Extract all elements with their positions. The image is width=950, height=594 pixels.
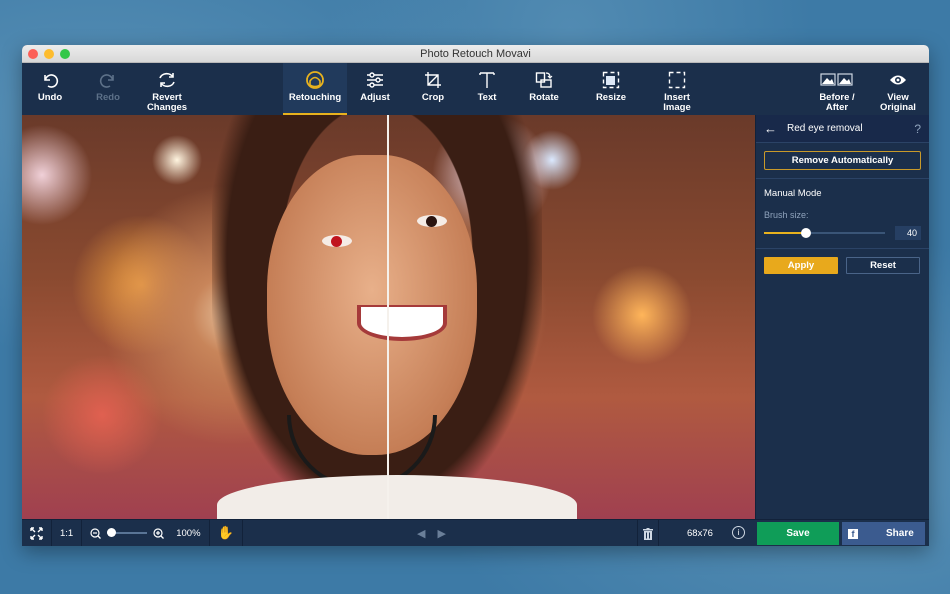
undo-button[interactable]: Undo — [32, 63, 68, 115]
eye-icon — [889, 69, 907, 91]
view-original-label: View Original — [880, 92, 916, 113]
before-after-label: Before / After — [819, 92, 855, 113]
toolbar: Undo Redo Revert Changes Retouching Adju… — [22, 63, 929, 115]
revert-changes-button[interactable]: Revert Changes — [142, 63, 192, 115]
info-icon[interactable]: i — [732, 526, 745, 539]
photo-canvas[interactable] — [22, 115, 755, 519]
tab-text[interactable]: Text — [472, 63, 502, 115]
help-icon[interactable]: ? — [914, 122, 921, 136]
adjust-label: Adjust — [360, 92, 390, 103]
rotate-icon — [535, 69, 553, 91]
text-icon — [478, 69, 496, 91]
insert-image-label: Insert Image — [663, 92, 691, 113]
text-label: Text — [477, 92, 497, 103]
crop-icon — [424, 69, 442, 91]
maximize-window-button[interactable] — [60, 49, 70, 59]
adjust-sliders-icon — [366, 69, 384, 91]
save-button[interactable]: Save — [757, 522, 839, 545]
brush-size-label: Brush size: — [764, 210, 809, 220]
manual-mode-label: Manual Mode — [764, 188, 822, 199]
delete-button[interactable] — [637, 520, 659, 546]
title-bar: Photo Retouch Movavi — [22, 45, 929, 63]
minimize-window-button[interactable] — [44, 49, 54, 59]
redo-icon — [99, 69, 117, 91]
slider-thumb[interactable] — [801, 228, 812, 238]
before-after-button[interactable]: Before / After — [815, 63, 859, 115]
retouching-icon — [305, 69, 325, 91]
tab-resize[interactable]: Resize — [594, 63, 628, 115]
before-after-icon — [820, 69, 854, 91]
previous-image-icon[interactable]: ◀ — [417, 527, 425, 540]
crop-label: Crop — [421, 92, 445, 103]
app-window: Photo Retouch Movavi Undo Redo Revert Ch… — [22, 45, 929, 546]
red-eye-before — [322, 235, 352, 247]
brush-size-slider[interactable] — [764, 227, 885, 239]
pan-tool-button[interactable]: ✋ — [210, 519, 243, 546]
undo-icon — [41, 69, 59, 91]
actual-size-button[interactable]: 1:1 — [52, 519, 83, 546]
tab-rotate[interactable]: Rotate — [527, 63, 561, 115]
resize-label: Resize — [595, 92, 627, 103]
zoom-slider[interactable] — [107, 528, 148, 538]
image-size-label: 68x76 — [687, 528, 713, 539]
facebook-icon: f — [848, 528, 858, 539]
fit-screen-button[interactable] — [22, 519, 52, 546]
tab-insert-image[interactable]: Insert Image — [657, 63, 697, 115]
fit-screen-icon — [30, 526, 43, 540]
revert-changes-label: Revert Changes — [146, 92, 188, 113]
panel-title: Red eye removal — [787, 123, 863, 134]
zoom-in-icon[interactable] — [153, 527, 165, 539]
brush-size-input[interactable]: 40 — [895, 226, 921, 240]
redo-label: Redo — [96, 92, 120, 103]
apply-button[interactable]: Apply — [764, 257, 838, 274]
window-controls — [28, 49, 70, 59]
corrected-eye-after — [417, 215, 447, 227]
zoom-controls: 100% — [82, 519, 210, 546]
before-after-divider[interactable] — [387, 115, 389, 519]
action-buttons: Apply Reset — [764, 257, 921, 274]
share-button[interactable]: f Share — [842, 522, 925, 545]
zoom-slider-thumb[interactable] — [107, 528, 117, 537]
insert-image-icon — [668, 69, 686, 91]
tab-crop[interactable]: Crop — [418, 63, 448, 115]
hand-icon: ✋ — [217, 525, 234, 540]
bottom-bar: 1:1 100% ✋ ◀ ▶ 68x76 i Save f Share — [22, 519, 929, 546]
image-navigation: ◀ ▶ — [417, 527, 446, 540]
back-arrow-icon[interactable]: ← — [764, 121, 777, 136]
redo-button[interactable]: Redo — [90, 63, 126, 115]
tab-retouching[interactable]: Retouching — [283, 63, 347, 115]
photo-smile — [357, 305, 447, 341]
reset-button[interactable]: Reset — [846, 257, 920, 274]
rotate-label: Rotate — [529, 92, 559, 103]
revert-icon — [157, 69, 177, 91]
divider — [756, 178, 929, 179]
next-image-icon[interactable]: ▶ — [437, 527, 445, 540]
window-title: Photo Retouch Movavi — [420, 48, 531, 60]
tab-adjust[interactable]: Adjust — [356, 63, 394, 115]
brush-size-row: 40 — [764, 226, 921, 240]
share-label: Share — [886, 528, 914, 539]
view-original-button[interactable]: View Original — [878, 63, 918, 115]
trash-icon — [643, 527, 653, 540]
retouching-label: Retouching — [288, 92, 342, 103]
panel-header: ← Red eye removal ? — [756, 115, 929, 143]
slider-fill — [764, 232, 807, 234]
red-eye-panel: ← Red eye removal ? Remove Automatically… — [755, 115, 929, 519]
close-window-button[interactable] — [28, 49, 38, 59]
resize-icon — [602, 69, 620, 91]
divider — [756, 248, 929, 249]
zoom-out-icon[interactable] — [90, 527, 102, 539]
remove-automatically-button[interactable]: Remove Automatically — [764, 151, 921, 170]
undo-label: Undo — [37, 92, 63, 103]
zoom-percent: 100% — [176, 527, 201, 539]
